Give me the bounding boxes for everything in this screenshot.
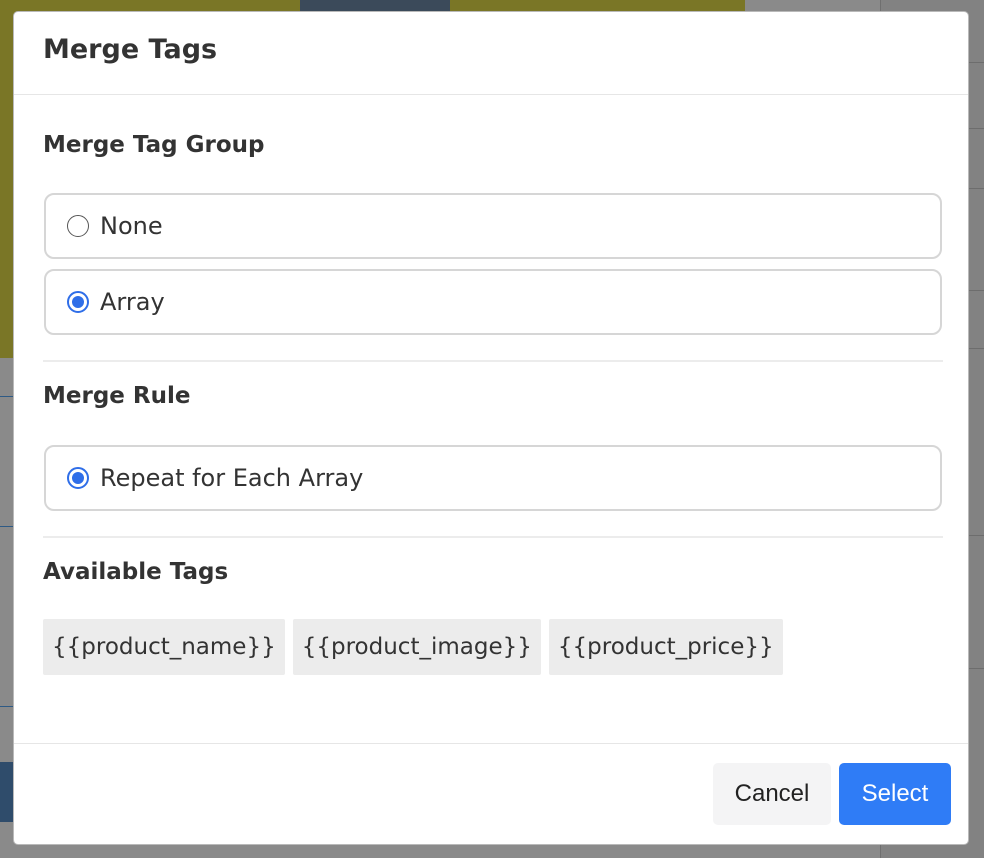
section-divider — [43, 360, 943, 362]
dialog-footer: Cancel Select — [14, 743, 968, 844]
merge-tag-group-option-array[interactable]: Array — [44, 269, 942, 335]
merge-rule-heading: Merge Rule — [43, 383, 191, 409]
background-divider — [0, 526, 14, 527]
select-button[interactable]: Select — [839, 763, 951, 825]
cancel-button[interactable]: Cancel — [713, 763, 831, 825]
background-divider — [0, 706, 14, 707]
merge-tags-dialog: Merge Tags Merge Tag Group None Array Me… — [13, 11, 969, 845]
background-button — [0, 762, 14, 822]
background-divider — [0, 396, 14, 397]
radio-unchecked-icon[interactable] — [67, 215, 89, 237]
option-label: Array — [100, 288, 165, 316]
merge-rule-option-repeat[interactable]: Repeat for Each Array — [44, 445, 942, 511]
dialog-title: Merge Tags — [43, 34, 218, 65]
tag-product-image[interactable]: {{product_image}} — [292, 619, 541, 675]
section-divider — [43, 536, 943, 538]
radio-checked-icon[interactable] — [67, 291, 89, 313]
available-tags-list: {{product_name}} {{product_image}} {{pro… — [43, 619, 783, 675]
tag-product-price[interactable]: {{product_price}} — [548, 619, 783, 675]
available-tags-heading: Available Tags — [43, 559, 229, 585]
merge-tag-group-option-none[interactable]: None — [44, 193, 942, 259]
radio-checked-icon[interactable] — [67, 467, 89, 489]
option-label: None — [100, 212, 163, 240]
merge-tag-group-heading: Merge Tag Group — [43, 132, 265, 158]
tag-product-name[interactable]: {{product_name}} — [43, 619, 285, 675]
dialog-header: Merge Tags — [14, 12, 968, 95]
option-label: Repeat for Each Array — [100, 464, 364, 492]
